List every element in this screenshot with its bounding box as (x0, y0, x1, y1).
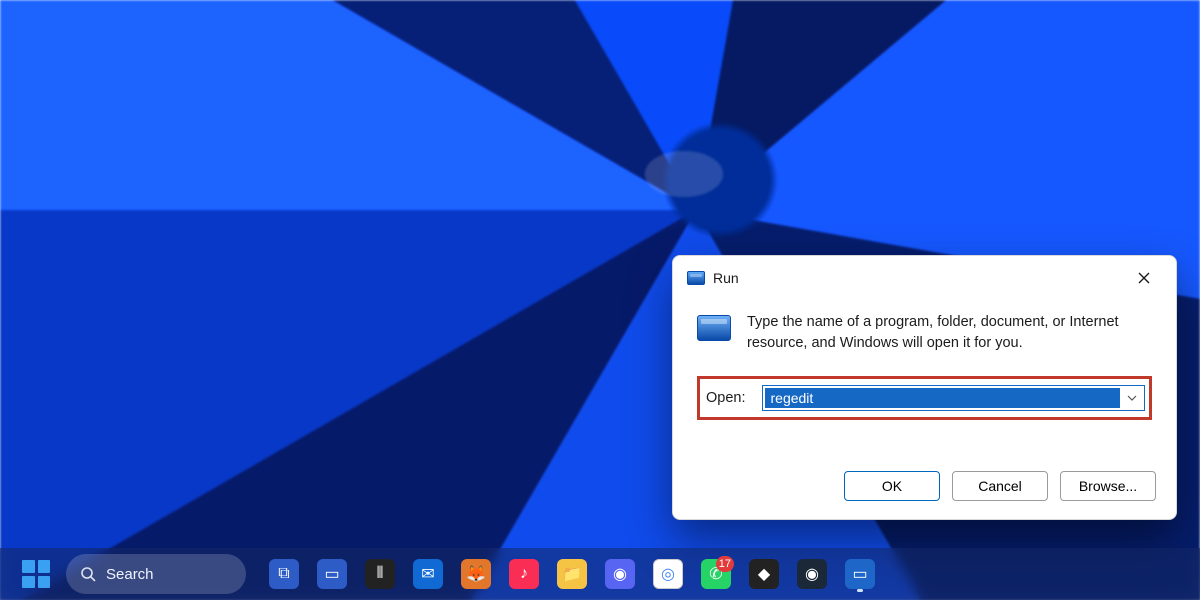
taskbar-epic-games[interactable]: ◆ (742, 554, 786, 594)
run-title: Run (713, 270, 739, 286)
close-button[interactable] (1126, 264, 1162, 292)
thunderbird-icon: ✉ (413, 559, 443, 589)
run-pinned-icon: ▭ (845, 559, 875, 589)
chevron-down-icon[interactable] (1120, 395, 1144, 401)
taskbar-apple-music[interactable]: ♪ (502, 554, 546, 594)
open-label: Open: (704, 390, 746, 406)
run-app-icon (687, 271, 705, 285)
taskbar-task-view[interactable]: ⧉ (262, 554, 306, 594)
taskbar-chrome[interactable]: ◎ (646, 554, 690, 594)
taskbar-icons: ⧉ ▭ ⫴ ✉ 🦊 ♪ 📁 ◉ ◎ ✆17 ◆ ◉ ▭ (262, 554, 882, 594)
desktops-icon: ▭ (317, 559, 347, 589)
taskbar-desktops[interactable]: ▭ (310, 554, 354, 594)
run-description: Type the name of a program, folder, docu… (747, 312, 1152, 354)
open-combobox[interactable] (762, 385, 1146, 411)
discord-icon: ◉ (605, 559, 635, 589)
start-button[interactable] (16, 554, 56, 594)
run-dialog: Run Type the name of a program, folder, … (672, 255, 1177, 520)
taskbar-run-pinned[interactable]: ▭ (838, 554, 882, 594)
taskbar-search[interactable]: Search (66, 554, 246, 594)
browse-button[interactable]: Browse... (1060, 471, 1156, 501)
taskbar-steam[interactable]: ◉ (790, 554, 834, 594)
epic-games-icon: ◆ (749, 559, 779, 589)
taskbar-file-explorer[interactable]: 📁 (550, 554, 594, 594)
taskbar-search-placeholder: Search (106, 566, 154, 583)
close-icon (1138, 272, 1150, 284)
run-titlebar[interactable]: Run (673, 256, 1176, 298)
apple-music-icon: ♪ (509, 559, 539, 589)
firefox-icon: 🦊 (461, 559, 491, 589)
ok-button[interactable]: OK (844, 471, 940, 501)
chrome-icon: ◎ (653, 559, 683, 589)
task-view-icon: ⧉ (269, 559, 299, 589)
whatsapp-badge: 17 (716, 556, 734, 572)
taskbar-discord[interactable]: ◉ (598, 554, 642, 594)
taskbar-whatsapp[interactable]: ✆17 (694, 554, 738, 594)
taskbar: Search ⧉ ▭ ⫴ ✉ 🦊 ♪ 📁 ◉ ◎ ✆17 ◆ ◉ ▭ (0, 548, 1200, 600)
rainmeter-icon: ⫴ (365, 559, 395, 589)
steam-icon: ◉ (797, 559, 827, 589)
open-field-row: Open: (697, 376, 1152, 420)
run-large-icon (697, 315, 731, 341)
cancel-button[interactable]: Cancel (952, 471, 1048, 501)
search-icon (80, 566, 96, 582)
file-explorer-icon: 📁 (557, 559, 587, 589)
taskbar-thunderbird[interactable]: ✉ (406, 554, 450, 594)
taskbar-firefox[interactable]: 🦊 (454, 554, 498, 594)
open-input[interactable] (765, 388, 1121, 408)
taskbar-rainmeter[interactable]: ⫴ (358, 554, 402, 594)
